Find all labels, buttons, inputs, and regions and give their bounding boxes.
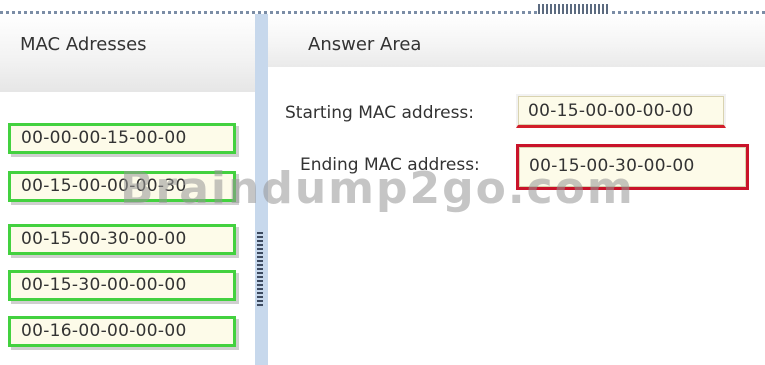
draggable-mac-item[interactable]: 00-16-00-00-00-00 [8,316,236,347]
ending-mac-label: Ending MAC address: [300,155,480,175]
draggable-mac-item[interactable]: 00-15-00-00-00-30 [8,171,236,202]
panel-title-mac-addresses: MAC Adresses [20,34,147,55]
starting-mac-label: Starting MAC address: [285,103,475,123]
top-divider [0,0,765,14]
top-resize-grip[interactable] [538,4,610,14]
splitter-grip[interactable] [257,232,263,308]
panel-title-answer-area: Answer Area [308,34,422,55]
mac-addresses-header: MAC Adresses [0,14,255,92]
panel-splitter[interactable] [255,14,268,365]
draggable-mac-item[interactable]: 00-15-30-00-00-00 [8,270,236,301]
draggable-mac-item[interactable]: 00-15-00-30-00-00 [8,224,236,255]
starting-mac-drop-slot[interactable]: 00-15-00-00-00-00 [516,94,726,128]
draggable-mac-item[interactable]: 00-00-00-15-00-00 [8,123,236,154]
ending-mac-drop-slot[interactable]: 00-15-00-30-00-00 [516,144,749,190]
answer-area-header: Answer Area [268,14,765,67]
